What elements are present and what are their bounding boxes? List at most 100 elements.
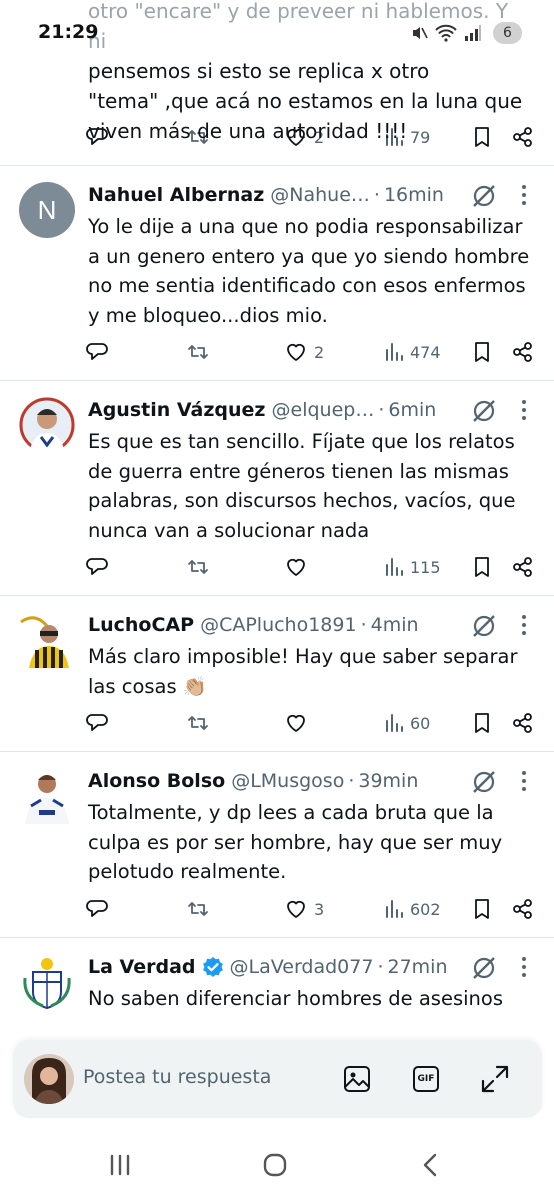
avatar[interactable]: N — [19, 182, 75, 238]
avatar[interactable] — [19, 612, 75, 668]
avatar-image — [19, 954, 75, 1010]
like-button[interactable]: 3 — [284, 894, 324, 924]
bookmark-icon — [475, 899, 489, 919]
grok-icon[interactable] — [470, 182, 498, 210]
author-name[interactable]: LuchoCAP — [88, 614, 194, 636]
share-icon — [513, 899, 532, 919]
share-icon — [513, 342, 532, 362]
views-button[interactable]: 115 — [384, 552, 441, 582]
reply-icon — [86, 900, 108, 917]
like-button[interactable]: 2 — [284, 337, 324, 367]
tweet-header: LuchoCAP @CAPlucho1891 · 4min — [88, 610, 450, 640]
more-icon[interactable] — [512, 612, 536, 638]
tweet-body: Totalmente, y dp lees a cada bruta que l… — [88, 801, 503, 883]
like-button[interactable] — [284, 552, 314, 582]
author-handle[interactable]: @elquep… — [272, 399, 375, 421]
gif-button[interactable]: GIF — [411, 1064, 441, 1094]
grok-icon[interactable] — [470, 397, 498, 425]
composer-avatar — [24, 1054, 74, 1104]
action-row: 60 — [86, 708, 536, 738]
expand-icon[interactable] — [480, 1064, 510, 1094]
retweet-button[interactable] — [186, 552, 216, 582]
share-button[interactable] — [512, 894, 534, 924]
avatar-image — [19, 768, 75, 824]
views-count: 115 — [410, 557, 441, 577]
more-icon[interactable] — [512, 182, 536, 208]
more-icon[interactable] — [512, 397, 536, 423]
gif-label: GIF — [417, 1074, 435, 1084]
share-button[interactable] — [512, 337, 534, 367]
like-button[interactable] — [284, 708, 314, 738]
more-icon[interactable] — [512, 954, 536, 980]
grok-icon[interactable] — [470, 768, 498, 796]
retweet-icon — [188, 345, 208, 359]
like-count: 3 — [314, 899, 325, 919]
tweet-time: 39min — [358, 770, 419, 792]
avatar[interactable] — [19, 397, 75, 453]
author-handle[interactable]: @LMusgoso — [231, 770, 344, 792]
tweet-time: 6min — [388, 399, 437, 421]
author-handle[interactable]: @CAPlucho1891 — [200, 614, 357, 636]
more-icon[interactable] — [512, 768, 536, 794]
retweet-button[interactable] — [186, 894, 216, 924]
author-name[interactable]: Nahuel Albernaz — [88, 184, 264, 206]
like-icon — [287, 343, 305, 361]
partial-line: viven más de una autoridad !!!! — [88, 119, 408, 143]
divider — [0, 380, 554, 381]
retweet-icon — [188, 560, 208, 574]
tweet-body: Es que es tan sencillo. Fíjate que los r… — [88, 430, 516, 542]
status-bar: 21:29 6 — [0, 0, 554, 56]
image-icon[interactable] — [342, 1064, 372, 1094]
action-row: 3 602 — [86, 894, 536, 924]
reply-composer[interactable]: Postea tu respuesta GIF — [13, 1040, 542, 1118]
reply-button[interactable] — [86, 894, 114, 924]
tweet-body: No saben diferenciar hombres de asesinos — [88, 987, 503, 1010]
status-time: 21:29 — [38, 21, 99, 43]
share-button[interactable] — [512, 552, 534, 582]
views-icon — [386, 714, 403, 732]
separator-dot: · — [348, 770, 355, 792]
recents-icon[interactable] — [107, 1152, 133, 1178]
author-handle[interactable]: @LaVerdad077 — [230, 956, 374, 978]
bookmark-button[interactable] — [472, 894, 492, 924]
views-button[interactable]: 602 — [384, 894, 441, 924]
avatar[interactable] — [19, 954, 75, 1010]
retweet-button[interactable] — [186, 708, 216, 738]
grok-icon[interactable] — [470, 612, 498, 640]
share-button[interactable] — [512, 708, 534, 738]
views-button[interactable]: 60 — [384, 708, 430, 738]
partial-line: pensemos si esto se replica x otro — [88, 59, 430, 83]
bookmark-button[interactable] — [472, 337, 492, 367]
views-button[interactable]: 474 — [384, 337, 441, 367]
bookmark-button[interactable] — [472, 552, 492, 582]
divider — [0, 165, 554, 166]
tweet-header: La Verdad @LaVerdad077 · 27min — [88, 952, 450, 982]
reply-input[interactable]: Postea tu respuesta — [83, 1066, 271, 1088]
tweet-body: Más claro imposible! Hay que saber separ… — [88, 645, 518, 698]
divider — [0, 937, 554, 938]
separator-dot: · — [377, 956, 384, 978]
views-icon — [386, 900, 403, 918]
like-icon — [287, 900, 305, 918]
home-icon[interactable] — [262, 1152, 288, 1178]
back-icon[interactable] — [418, 1152, 444, 1178]
author-name[interactable]: Agustin Vázquez — [88, 399, 266, 421]
reply-button[interactable] — [86, 337, 114, 367]
reply-icon — [86, 343, 108, 360]
grok-icon[interactable] — [470, 954, 498, 982]
views-icon — [386, 343, 403, 361]
views-count: 602 — [410, 899, 441, 919]
reply-button[interactable] — [86, 552, 114, 582]
bookmark-icon — [475, 713, 489, 733]
retweet-button[interactable] — [186, 337, 216, 367]
author-name[interactable]: Alonso Bolso — [88, 770, 225, 792]
avatar-letter: N — [37, 194, 57, 225]
author-name[interactable]: La Verdad — [88, 956, 196, 978]
tweet[interactable]: La Verdad @LaVerdad077 · 27min No saben … — [0, 952, 554, 1042]
tweet-header: Agustin Vázquez @elquep… · 6min — [88, 395, 450, 425]
author-handle[interactable]: @Nahue… — [270, 184, 370, 206]
avatar[interactable] — [19, 768, 75, 824]
reply-button[interactable] — [86, 708, 114, 738]
wifi-icon — [435, 24, 457, 42]
bookmark-button[interactable] — [472, 708, 492, 738]
